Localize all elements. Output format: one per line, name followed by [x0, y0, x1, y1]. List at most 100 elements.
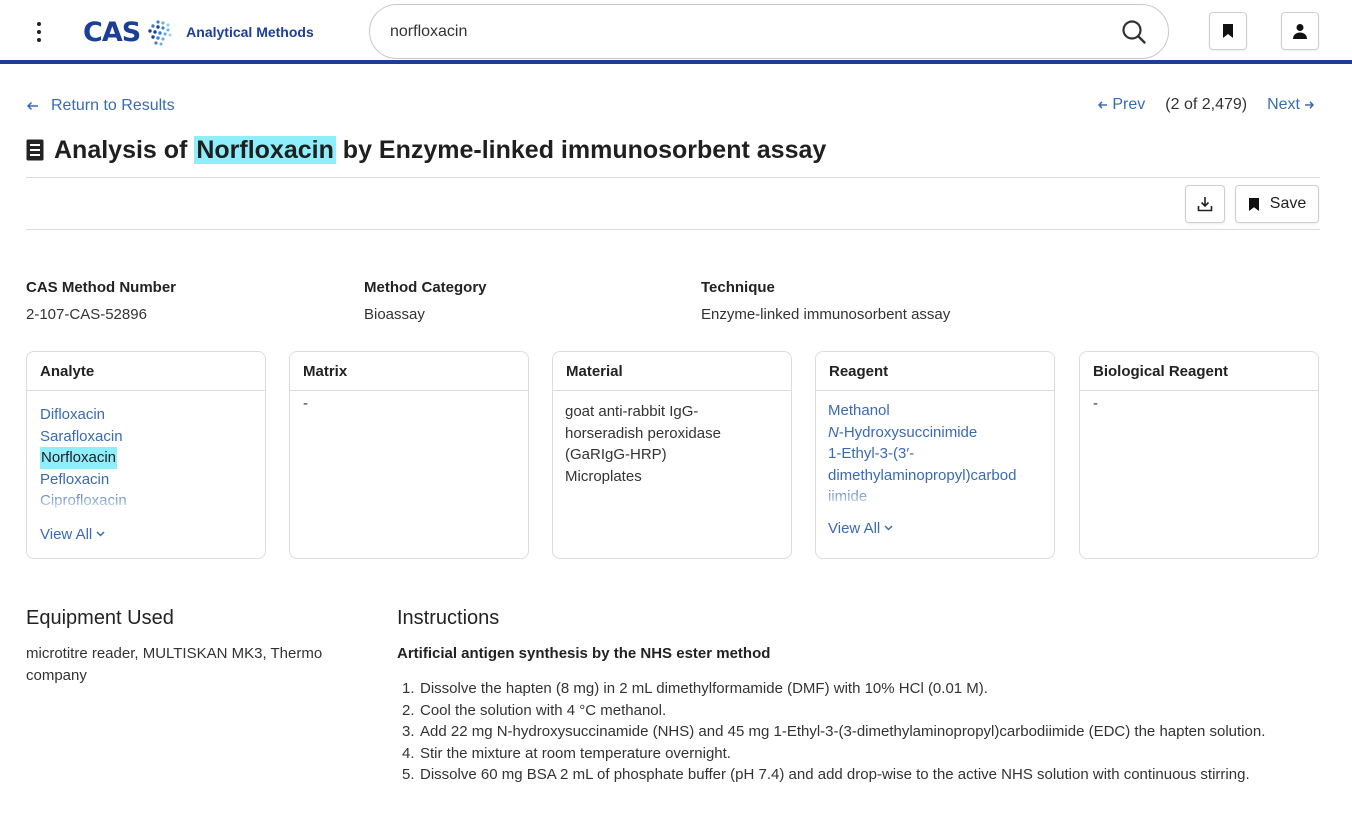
- meta-value: 2-107-CAS-52896: [26, 306, 147, 323]
- reagent-item[interactable]: N-Hydroxysuccinimide: [828, 422, 977, 444]
- equipment-line: company: [26, 667, 87, 684]
- arrow-right-icon: [1305, 101, 1315, 109]
- biological-reagent-card: Biological Reagent -: [1079, 351, 1319, 559]
- step-number: 5.: [402, 766, 415, 783]
- save-button[interactable]: Save: [1235, 185, 1319, 223]
- meta-technique: Technique Enzyme-linked immunosorbent as…: [701, 279, 950, 323]
- reagent-item[interactable]: 1-Ethyl-3-(3′-: [828, 443, 914, 465]
- italic-prefix: N: [828, 423, 839, 441]
- reagent-card: Reagent Methanol N-Hydroxysuccinimide 1-…: [815, 351, 1055, 559]
- equipment-title: Equipment Used: [26, 607, 174, 629]
- meta-label: Technique: [701, 279, 775, 296]
- step-text: Add 22 mg N-hydroxysuccinamide (NHS) and…: [420, 723, 1266, 740]
- user-icon: [1293, 24, 1307, 39]
- step-text: Dissolve the hapten (8 mg) in 2 mL dimet…: [420, 680, 988, 697]
- document-icon: [26, 139, 44, 161]
- reagent-item[interactable]: Methanol: [828, 400, 890, 422]
- material-line: goat anti-rabbit IgG-: [565, 403, 699, 420]
- title-prefix: Analysis of: [54, 135, 195, 164]
- result-pager: Prev (2 of 2,479) Next: [1097, 96, 1315, 114]
- meta-label: Method Category: [364, 279, 487, 296]
- reagent-list: Methanol N-Hydroxysuccinimide 1-Ethyl-3-…: [828, 400, 1041, 508]
- instruction-step: 3. Add 22 mg N-hydroxysuccinamide (NHS) a…: [397, 721, 1317, 743]
- analyte-item[interactable]: Sarafloxacin: [40, 426, 123, 448]
- card-title: Reagent: [816, 352, 1054, 391]
- title-highlight: Norfloxacin: [194, 135, 336, 164]
- instruction-step: 1. Dissolve the hapten (8 mg) in 2 mL dim…: [397, 678, 1317, 700]
- instructions-steps: 1. Dissolve the hapten (8 mg) in 2 mL dim…: [397, 678, 1317, 786]
- step-text: Stir the mixture at room temperature ove…: [420, 744, 731, 762]
- next-result-link[interactable]: Next: [1267, 96, 1315, 114]
- card-title: Biological Reagent: [1080, 352, 1318, 391]
- analyte-item[interactable]: Difloxacin: [40, 404, 105, 426]
- download-icon: [1197, 197, 1213, 212]
- page-title: Analysis of Norfloxacin by Enzyme-linked…: [54, 135, 827, 165]
- material-line: Microplates: [565, 467, 642, 485]
- cas-logo[interactable]: CAS Analytical Methods: [83, 14, 314, 50]
- meta-method-category: Method Category Bioassay: [364, 279, 487, 323]
- step-text: Dissolve 60 mg BSA 2 mL of phosphate buf…: [420, 766, 1250, 783]
- instructions-subtitle: Artificial antigen synthesis by the NHS …: [397, 645, 771, 662]
- app-header: CAS Analytical Methods: [0, 0, 1352, 64]
- bookmark-icon: [1223, 24, 1233, 38]
- matrix-value: -: [303, 395, 308, 412]
- page-title-row: Analysis of Norfloxacin by Enzyme-linked…: [26, 132, 826, 168]
- step-text: Cool the solution with 4 °C methanol.: [420, 701, 667, 719]
- reagent-view-all-link[interactable]: View All: [828, 518, 893, 540]
- instruction-step: 4. Stir the mixture at room temperature o…: [397, 743, 1317, 765]
- chevron-down-icon: [884, 525, 893, 531]
- title-suffix: by Enzyme-linked immunosorbent assay: [335, 135, 827, 164]
- matrix-card: Matrix -: [289, 351, 529, 559]
- bookmark-icon: [1248, 197, 1259, 211]
- instructions-title: Instructions: [397, 607, 500, 629]
- divider: [26, 177, 1320, 178]
- analyte-view-all-link[interactable]: View All: [40, 524, 105, 546]
- chevron-down-icon: [96, 531, 105, 537]
- card-title: Analyte: [27, 352, 265, 391]
- kebab-menu-icon[interactable]: [24, 18, 54, 46]
- analyte-list: Difloxacin Sarafloxacin Norfloxacin Pefl…: [40, 404, 252, 512]
- meta-cas-method-number: CAS Method Number 2-107-CAS-52896: [26, 279, 176, 323]
- analyte-item[interactable]: Pefloxacin: [40, 469, 109, 491]
- divider: [26, 229, 1320, 230]
- reagent-item-text: -Hydroxysuccinimide: [838, 423, 978, 441]
- download-button[interactable]: [1185, 185, 1225, 223]
- analyte-item[interactable]: Norfloxacin: [40, 447, 118, 469]
- material-card: Material goat anti-rabbit IgG- horseradi…: [552, 351, 792, 559]
- reagent-item[interactable]: dimethylaminopropyl)carbod: [828, 465, 1016, 487]
- analyte-card: Analyte Difloxacin Sarafloxacin Norfloxa…: [26, 351, 266, 559]
- step-number: 3.: [402, 723, 415, 740]
- view-all-label: View All: [828, 519, 881, 537]
- step-number: 4.: [402, 744, 415, 762]
- prev-label: Prev: [1112, 96, 1146, 113]
- step-number: 2.: [402, 701, 415, 719]
- save-label: Save: [1269, 195, 1307, 212]
- logo-product-name: Analytical Methods: [186, 24, 314, 40]
- arrow-left-icon: [26, 101, 38, 111]
- search-icon[interactable]: [1120, 18, 1148, 46]
- view-all-label: View All: [40, 525, 93, 543]
- logo-mark-icon: [148, 20, 172, 46]
- return-to-results-link[interactable]: Return to Results: [26, 97, 175, 115]
- return-label: Return to Results: [51, 97, 175, 114]
- prev-result-link[interactable]: Prev: [1097, 96, 1145, 114]
- search-input[interactable]: [390, 22, 1120, 41]
- bookmarks-button[interactable]: [1209, 12, 1247, 50]
- material-line: horseradish peroxidase: [565, 424, 721, 442]
- user-account-button[interactable]: [1281, 12, 1319, 50]
- next-label: Next: [1267, 96, 1300, 113]
- meta-value: Enzyme-linked immunosorbent assay: [701, 306, 951, 323]
- equipment-text: microtitre reader, MULTISKAN MK3, Thermo…: [26, 643, 366, 687]
- biological-reagent-value: -: [1093, 395, 1098, 412]
- analyte-item[interactable]: Ciprofloxacin: [40, 490, 127, 512]
- arrow-left-icon: [1098, 101, 1108, 109]
- card-title: Material: [553, 352, 791, 391]
- reagent-item[interactable]: iimide: [828, 486, 867, 508]
- meta-label: CAS Method Number: [26, 279, 176, 296]
- instruction-step: 2. Cool the solution with 4 °C methanol.: [397, 700, 1317, 722]
- material-line: (GaRIgG-HRP): [565, 446, 667, 463]
- logo-brand: CAS: [83, 16, 141, 48]
- card-title: Matrix: [290, 352, 528, 391]
- instruction-step: 5. Dissolve 60 mg BSA 2 mL of phosphate b…: [397, 764, 1317, 786]
- equipment-line: microtitre reader, MULTISKAN MK3, Thermo: [26, 645, 323, 662]
